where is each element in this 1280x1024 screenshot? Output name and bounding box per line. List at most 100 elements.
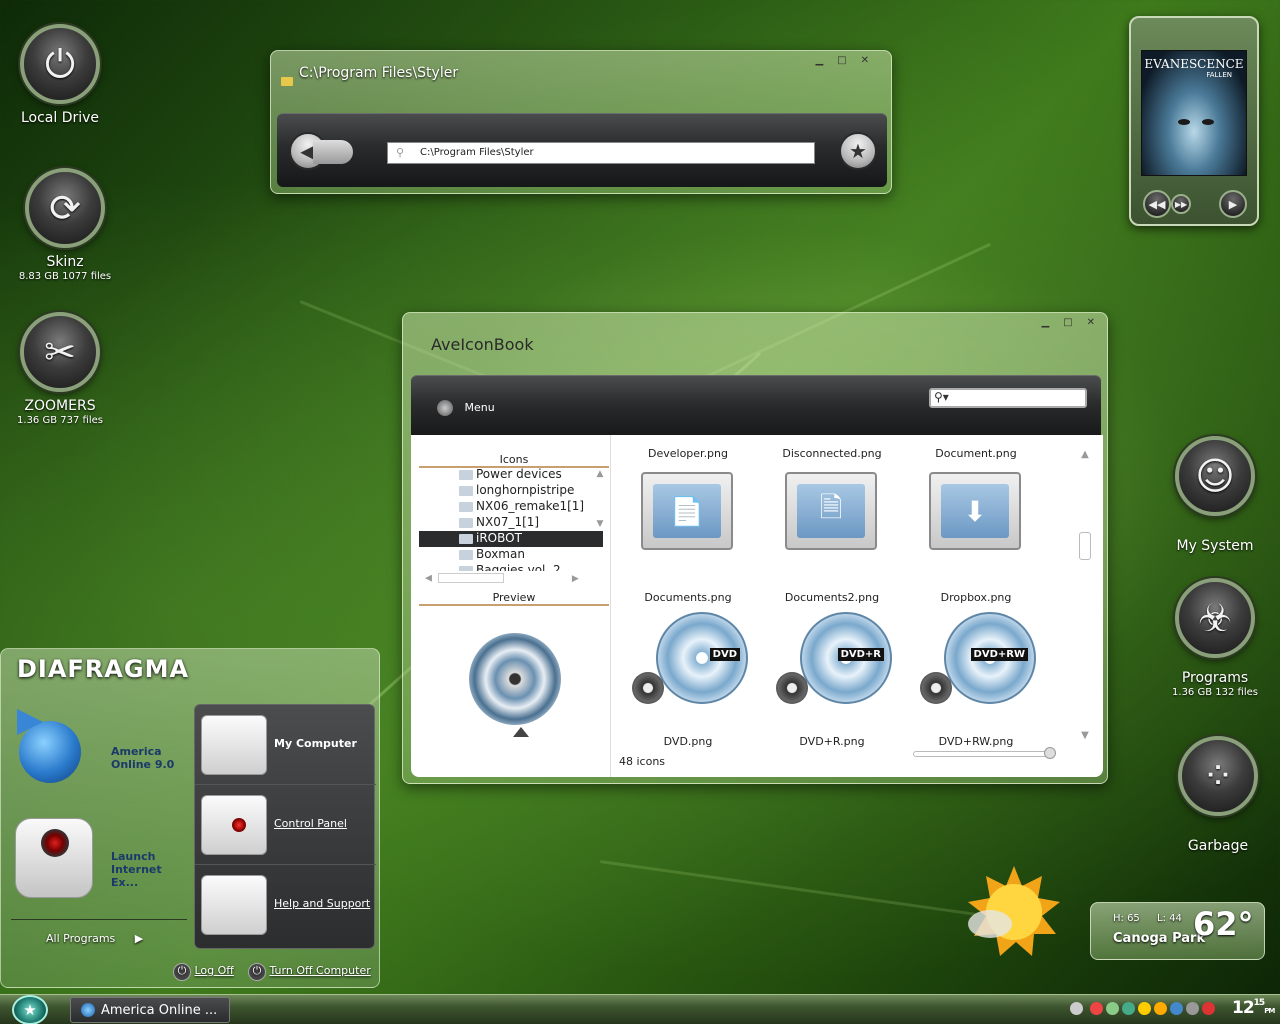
window-title: C:\Program Files\Styler — [299, 65, 459, 81]
tray-volume-icon[interactable] — [1090, 1002, 1103, 1015]
desktop-icon-sub: 1.36 GB 737 files — [17, 415, 103, 426]
desktop-icon-label: Programs — [1181, 670, 1249, 686]
tree-item[interactable]: longhornpistripe — [419, 483, 603, 499]
address-bar[interactable]: ⚲ C:\Program Files\Styler — [387, 142, 815, 164]
tree-item-selected[interactable]: iROBOT — [419, 531, 603, 547]
tree-scrollbar[interactable]: ▲ ▼ — [593, 469, 607, 565]
start-button[interactable]: ★ — [12, 995, 48, 1024]
tree-hscrollbar[interactable]: ◀ ▶ — [425, 573, 587, 587]
icon-thumb[interactable]: Document.png ⬇ — [911, 447, 1041, 568]
preview-header: Preview — [419, 591, 609, 606]
tray-security-icon[interactable] — [1106, 1002, 1119, 1015]
maximize-button[interactable]: □ — [837, 55, 846, 66]
start-menu-places: My Computer Control Panel Help and Suppo… — [194, 704, 376, 949]
address-text: C:\Program Files\Styler — [420, 147, 534, 158]
leaf-vein — [599, 860, 977, 916]
zoom-slider-thumb[interactable] — [1044, 747, 1056, 759]
icon-filename: Disconnected.png — [782, 447, 882, 460]
turn-off-button[interactable]: ⏻ Turn Off Computer — [248, 963, 371, 981]
dvd-rw-disc-icon: DVD+RW — [916, 610, 1036, 714]
icon-filename[interactable]: DVD+R.png — [767, 735, 897, 748]
tray-messenger-icon[interactable] — [1122, 1002, 1135, 1015]
star-icon: ★ — [849, 139, 867, 163]
tray-chat-icon[interactable] — [1170, 1002, 1183, 1015]
favorites-button[interactable]: ★ — [839, 132, 877, 170]
log-off-button[interactable]: ⏻ Log Off — [173, 963, 234, 981]
tree-list: Power devices longhornpistripe NX06_rema… — [419, 467, 603, 571]
minimize-button[interactable]: ▁ — [1041, 317, 1049, 328]
icon-thumb[interactable]: Disconnected.png 🗎 — [767, 447, 897, 568]
tray-tool-icon[interactable] — [1186, 1002, 1199, 1015]
desktop-icon-zoomers[interactable]: ✂ ZOOMERS 1.36 GB 737 files — [10, 312, 110, 426]
close-button[interactable]: ✕ — [861, 55, 869, 66]
tree-item[interactable]: Power devices — [419, 467, 603, 483]
desktop-icon-label: Garbage — [1187, 838, 1249, 854]
folder-icon — [459, 534, 473, 544]
pinned-item-aol[interactable]: America Online 9.0 — [11, 709, 191, 809]
icon-thumb[interactable]: Documents.png DVD — [623, 591, 753, 714]
icon-filename: Documents.png — [644, 591, 732, 604]
desktop-icon-label: My System — [1176, 538, 1254, 554]
icon-thumb[interactable]: Documents2.png DVD+R — [767, 591, 897, 714]
folder-icon — [459, 502, 473, 512]
taskbar-item-aol[interactable]: America Online ... — [70, 997, 230, 1023]
desktop-icon-local-drive[interactable]: ⏻ Local Drive — [10, 24, 110, 126]
desktop-icon-garbage[interactable]: ⁘ Garbage — [1168, 736, 1268, 854]
power-icon: ⏻ — [173, 963, 191, 981]
icon-thumb[interactable]: Developer.png 📄 — [623, 447, 753, 568]
icon-filename[interactable]: DVD+RW.png — [911, 735, 1041, 748]
tray-antivirus-icon[interactable] — [1138, 1002, 1151, 1015]
tree-item[interactable]: NX07_1[1] — [419, 515, 603, 531]
tree-item[interactable]: NX06_remake1[1] — [419, 499, 603, 515]
tree-item[interactable]: Boxman — [419, 547, 603, 563]
maximize-button[interactable]: □ — [1063, 317, 1072, 328]
window-controls: ▁ □ ✕ — [815, 55, 869, 66]
start-menu: DIAFRAGMA America Online 9.0 Launch Inte… — [0, 648, 380, 988]
help-support-item[interactable]: Help and Support — [195, 865, 376, 945]
zoom-slider[interactable] — [913, 747, 1056, 759]
folder-icon — [459, 566, 473, 571]
icon-filename[interactable]: DVD.png — [623, 735, 753, 748]
tray-update-icon[interactable] — [1154, 1002, 1167, 1015]
back-button-tail — [313, 140, 353, 164]
all-programs-button[interactable]: All Programs ▶ — [46, 932, 143, 945]
desktop-icon-skinz[interactable]: ⟳ Skinz 8.83 GB 1077 files — [10, 168, 120, 282]
weather-city: Canoga Park — [1113, 931, 1206, 946]
menu-button[interactable]: Menu — [437, 400, 495, 416]
control-panel-item[interactable]: Control Panel — [195, 785, 376, 865]
power-icon: ⏻ — [20, 24, 100, 104]
icon-filename: Documents2.png — [784, 591, 880, 604]
robot-browser-icon — [15, 818, 93, 898]
grid-scrollbar[interactable]: ▲ ▼ — [1077, 449, 1093, 745]
folder-icon — [459, 470, 473, 480]
rewind-button[interactable]: ◀◀ — [1143, 190, 1171, 218]
desktop-icon-programs[interactable]: ☣ Programs 1.36 GB 132 files — [1160, 578, 1270, 698]
search-input[interactable]: ⚲▾ — [929, 388, 1087, 408]
help-box-icon — [201, 875, 267, 935]
download-folder-icon: ⬇ — [921, 464, 1031, 568]
close-button[interactable]: ✕ — [1087, 317, 1095, 328]
menu-separator — [11, 919, 187, 920]
address-toolbar: ◀ ⚲ C:\Program Files\Styler ★ — [277, 113, 887, 187]
tray-network-icon[interactable] — [1070, 1002, 1083, 1015]
start-menu-title: DIAFRAGMA — [17, 655, 190, 683]
clock-min: 15 — [1253, 998, 1265, 1008]
dvd-r-disc-icon: DVD+R — [772, 610, 892, 714]
tree-item[interactable]: Baggies vol. 2 — [419, 563, 603, 571]
aol-arrow — [17, 709, 43, 735]
magnifier-icon: ⚲ — [396, 146, 405, 159]
developer-folder-icon: 📄 — [633, 464, 743, 568]
fast-forward-button[interactable]: ▶▶ — [1171, 194, 1191, 214]
icon-thumb[interactable]: Dropbox.png DVD+RW — [911, 591, 1041, 714]
pinned-item-ie[interactable]: Launch Internet Ex... — [11, 814, 191, 904]
iconbook-toolbar: Menu ⚲▾ — [411, 375, 1101, 439]
scrollbar-thumb[interactable] — [1079, 532, 1091, 560]
play-button[interactable]: ▶ — [1219, 190, 1247, 218]
desktop-icon-my-system[interactable]: ☺ My System — [1165, 436, 1265, 554]
biohazard-icon: ☣ — [1175, 578, 1255, 658]
my-computer-item[interactable]: My Computer — [195, 705, 376, 785]
clock[interactable]: 1215PM — [1232, 998, 1275, 1018]
weather-widget[interactable]: H: 65 L: 44 Canoga Park 62° — [1090, 902, 1265, 960]
minimize-button[interactable]: ▁ — [815, 55, 823, 66]
tray-flag-icon[interactable] — [1202, 1002, 1215, 1015]
